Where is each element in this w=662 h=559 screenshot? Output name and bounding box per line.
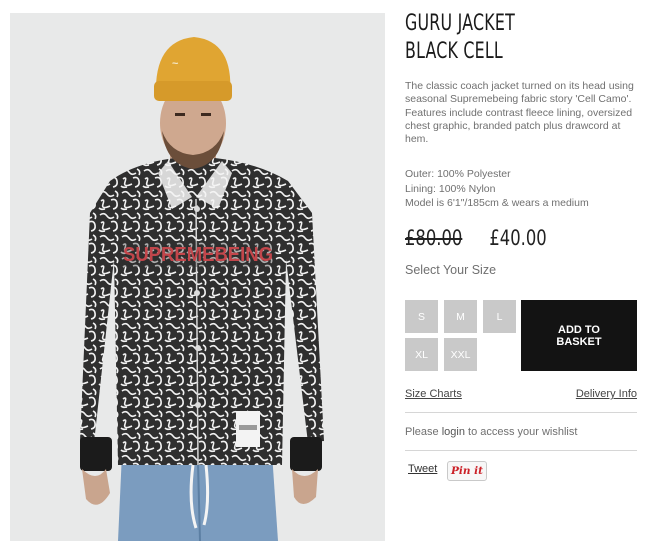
basket-label-line-1: ADD TO xyxy=(558,323,600,336)
product-specs: Outer: 100% Polyester Lining: 100% Nylon… xyxy=(405,167,637,211)
pin-it-label: Pin it xyxy=(450,465,483,477)
price-row: £80.00 £40.00 xyxy=(405,226,547,250)
size-button-s[interactable]: S xyxy=(405,300,438,333)
delivery-info-link[interactable]: Delivery Info xyxy=(576,388,637,400)
wishlist-prefix: Please xyxy=(405,426,442,438)
title-line-1: GURU JACKET xyxy=(405,11,515,36)
add-to-basket-button[interactable]: ADD TO BASKET xyxy=(521,300,637,371)
wishlist-message: Please login to access your wishlist xyxy=(405,426,577,438)
model-photo: SUPREMEBEING ~ xyxy=(10,13,385,541)
spec-outer: Outer: 100% Polyester xyxy=(405,168,511,180)
login-link[interactable]: login xyxy=(442,426,465,438)
svg-text:~: ~ xyxy=(172,58,179,70)
size-button-m[interactable]: M xyxy=(444,300,477,333)
size-button-xxl[interactable]: XXL xyxy=(444,338,477,371)
product-description: The classic coach jacket turned on its h… xyxy=(405,80,634,146)
size-button-xl[interactable]: XL xyxy=(405,338,438,371)
pin-it-button[interactable]: Pin it xyxy=(447,461,487,481)
divider xyxy=(405,412,637,413)
basket-label-line-2: BASKET xyxy=(556,335,602,348)
size-charts-link[interactable]: Size Charts xyxy=(405,388,462,400)
info-links: Size Charts Delivery Info xyxy=(405,388,637,400)
chest-graphic: SUPREMEBEING xyxy=(123,244,273,266)
sale-price: £40.00 xyxy=(489,226,547,250)
product-title: GURU JACKET BLACK CELL xyxy=(405,10,515,66)
select-size-label: Select Your Size xyxy=(405,263,497,277)
title-line-2: BLACK CELL xyxy=(405,39,503,64)
divider xyxy=(405,450,637,451)
tweet-button[interactable]: Tweet xyxy=(408,463,437,475)
wishlist-suffix: to access your wishlist xyxy=(464,426,578,438)
size-button-l[interactable]: L xyxy=(483,300,516,333)
old-price: £80.00 xyxy=(405,226,463,250)
spec-lining: Lining: 100% Nylon xyxy=(405,182,496,195)
spec-model: Model is 6'1"/185cm & wears a medium xyxy=(405,197,589,209)
product-image[interactable]: SUPREMEBEING ~ xyxy=(10,13,385,541)
